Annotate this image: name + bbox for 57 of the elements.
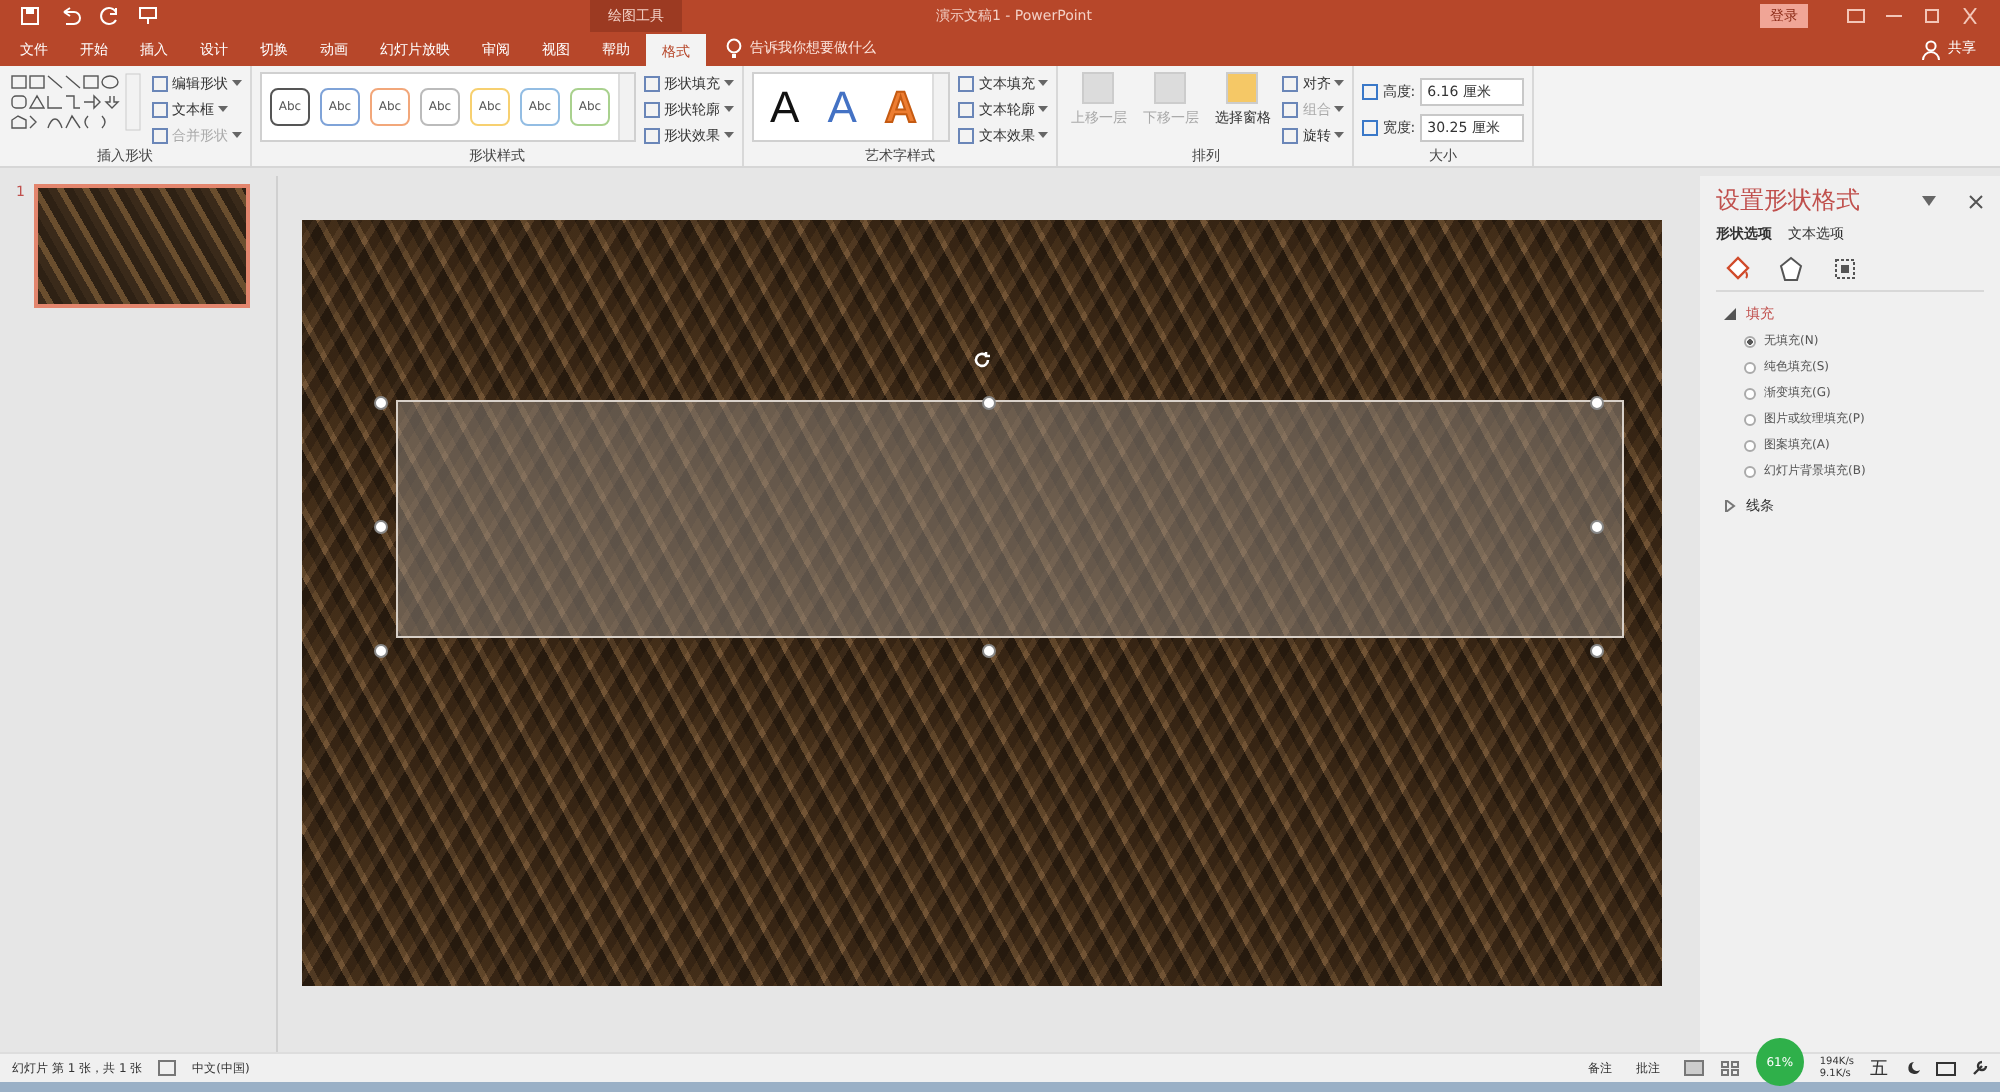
wordart-preset[interactable]: A xyxy=(827,83,857,131)
radio-button[interactable] xyxy=(1744,387,1756,399)
keyboard-icon[interactable] xyxy=(1936,1061,1956,1075)
caret-icon xyxy=(724,80,734,86)
resize-handle[interactable] xyxy=(982,644,996,658)
moon-icon[interactable] xyxy=(1904,1060,1920,1076)
radio-button[interactable] xyxy=(1744,335,1756,347)
redo-icon[interactable] xyxy=(100,6,120,26)
paint-bucket-icon[interactable] xyxy=(1724,256,1750,282)
presentation-icon[interactable] xyxy=(138,6,158,26)
shape-gallery-drawing[interactable] xyxy=(8,72,144,132)
gallery-scroll-bar xyxy=(932,74,949,140)
lightbulb-icon[interactable] xyxy=(726,38,742,60)
caret-icon xyxy=(1334,132,1345,138)
caret-icon xyxy=(232,80,242,86)
spellcheck-icon[interactable] xyxy=(158,1060,177,1076)
resize-handle[interactable] xyxy=(1590,520,1604,534)
ribbon-display-icon[interactable] xyxy=(1846,8,1866,24)
selected-rectangle-shape[interactable] xyxy=(396,400,1624,638)
undo-icon[interactable] xyxy=(58,6,82,26)
size-layout-icon[interactable] xyxy=(1832,256,1858,282)
slide-thumbnail[interactable] xyxy=(34,184,251,308)
resize-handle[interactable] xyxy=(374,396,388,410)
close-icon[interactable] xyxy=(1968,193,1984,209)
normal-view-icon[interactable] xyxy=(1683,1060,1704,1076)
caret-icon xyxy=(1038,106,1049,112)
person-icon[interactable] xyxy=(1922,40,1940,60)
radio-button[interactable] xyxy=(1744,465,1756,477)
expander-icon xyxy=(1724,500,1736,512)
caret-icon xyxy=(232,132,242,138)
restore-icon[interactable] xyxy=(1922,8,1942,24)
radio-button[interactable] xyxy=(1744,439,1756,451)
caret-icon xyxy=(218,106,228,112)
resize-handle[interactable] xyxy=(982,396,996,410)
caret-icon xyxy=(1334,106,1345,112)
save-icon[interactable] xyxy=(20,6,40,26)
panel-title: 设置形状格式 xyxy=(1716,184,1862,218)
caret-icon xyxy=(1038,132,1049,138)
input-method-label[interactable]: 五 xyxy=(1870,1055,1888,1081)
radio-button[interactable] xyxy=(1744,413,1756,425)
caret-icon xyxy=(1038,80,1049,86)
resize-handle[interactable] xyxy=(374,520,388,534)
pentagon-icon[interactable] xyxy=(1778,256,1804,282)
rotate-handle-icon[interactable] xyxy=(972,350,992,370)
gallery-scroll-bar xyxy=(618,74,634,140)
caret-icon xyxy=(724,132,734,138)
wrench-icon[interactable] xyxy=(1972,1060,1988,1076)
resize-handle[interactable] xyxy=(1590,644,1604,658)
resize-handle[interactable] xyxy=(374,644,388,658)
resize-handle[interactable] xyxy=(1590,396,1604,410)
dropdown-icon[interactable] xyxy=(1922,196,1936,206)
expander-icon xyxy=(1724,308,1736,320)
radio-button[interactable] xyxy=(1744,361,1756,373)
sorter-view-icon[interactable] xyxy=(1719,1060,1740,1076)
caret-icon xyxy=(724,106,734,112)
wordart-preset[interactable]: A xyxy=(770,83,800,131)
caret-icon xyxy=(1334,80,1345,86)
